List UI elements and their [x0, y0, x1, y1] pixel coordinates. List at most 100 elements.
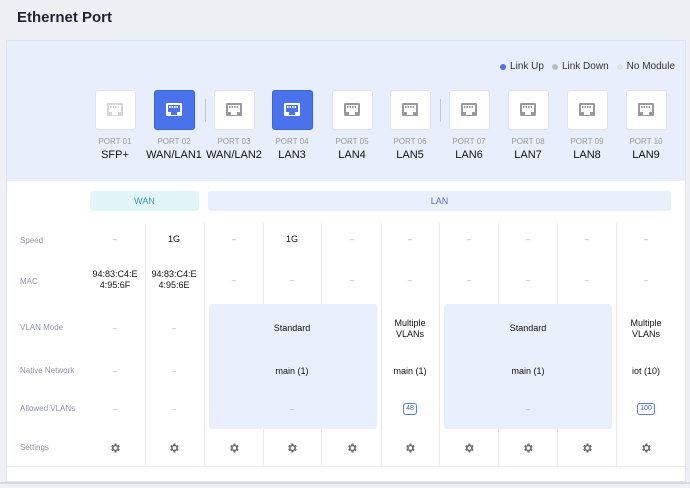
port-status-box[interactable] [94, 90, 136, 130]
mac-value: – [231, 276, 237, 285]
legend-label: Link Up [510, 61, 544, 72]
column-divider [204, 223, 205, 466]
port-status-box[interactable] [566, 90, 608, 130]
port-settings-button[interactable] [286, 441, 298, 453]
mac-value: – [643, 276, 649, 285]
speed-value: – [407, 235, 413, 244]
port-name: WAN/LAN1 [146, 149, 202, 161]
port-settings-button[interactable] [168, 441, 180, 453]
port-tile-4[interactable]: PORT 04 LAN3 [262, 90, 322, 161]
gear-icon [465, 443, 474, 453]
speed-value: – [349, 235, 355, 244]
ethernet-port-icon [638, 103, 654, 116]
row-label-allowed-vlans: Allowed VLANs [20, 404, 76, 413]
gear-icon [230, 443, 239, 453]
mac-value: – [349, 276, 355, 285]
native-network-value: main (1) [275, 366, 309, 376]
native-network-value: main (1) [393, 366, 427, 376]
port-number: PORT 01 [98, 137, 132, 146]
link-down-dot [551, 63, 558, 70]
allowed-vlans-badge[interactable]: 100 [637, 403, 655, 415]
native-network-value: main (1) [511, 366, 545, 376]
port-settings-button[interactable] [109, 441, 121, 453]
column-divider [381, 223, 382, 466]
gear-icon [583, 443, 592, 453]
ethernet-port-icon [226, 103, 242, 116]
mac-value: – [584, 276, 590, 285]
native-network-value: – [112, 367, 118, 376]
port-tile-2[interactable]: PORT 02 WAN/LAN1 [144, 90, 204, 161]
port-status-box[interactable] [213, 90, 255, 130]
port-number: PORT 06 [393, 137, 427, 146]
ethernet-port-icon [107, 103, 123, 116]
port-tile-8[interactable]: PORT 08 LAN7 [498, 90, 558, 161]
gear-icon [524, 443, 533, 453]
row-label-native-network: Native Network [20, 366, 75, 375]
speed-value: 1G [167, 234, 180, 244]
port-name: LAN7 [514, 149, 542, 161]
port-tile-9[interactable]: PORT 09 LAN8 [557, 90, 617, 161]
allowed-vlans-value: – [112, 405, 118, 414]
mac-value: – [525, 276, 531, 285]
port-settings-button[interactable] [346, 441, 358, 453]
port-status-box[interactable] [271, 90, 313, 130]
port-number: PORT 07 [452, 137, 486, 146]
port-overview-panel: Link Up Link Down No Module PORT 01 SFP+ … [7, 41, 685, 181]
legend-link-down: Link Down [551, 61, 609, 72]
allowed-vlans-badge[interactable]: 48 [403, 403, 417, 415]
vlan-mode-value: Multiple VLANs [394, 318, 426, 339]
mac-value: 94:83:C4:E 4:95:6E [151, 269, 197, 290]
port-status-legend: Link Up Link Down No Module [500, 61, 675, 72]
port-settings-button[interactable] [228, 441, 240, 453]
port-name: LAN3 [278, 149, 306, 161]
column-divider [439, 223, 440, 466]
gear-icon [288, 443, 297, 453]
port-tile-10[interactable]: PORT 10 LAN9 [616, 90, 676, 161]
port-settings-button[interactable] [640, 441, 652, 453]
speed-value: – [584, 235, 590, 244]
speed-value: – [643, 235, 649, 244]
port-settings-button[interactable] [581, 441, 593, 453]
legend-link-up: Link Up [500, 61, 544, 72]
page-title: Ethernet Port [17, 9, 113, 26]
port-number: PORT 08 [511, 137, 545, 146]
allowed-vlans-value: – [289, 405, 295, 414]
port-status-box[interactable] [389, 90, 431, 130]
table-bottom-divider [7, 466, 685, 467]
gear-icon [170, 443, 179, 453]
port-number: PORT 02 [157, 137, 191, 146]
ethernet-port-icon [461, 103, 477, 116]
gear-icon [406, 443, 415, 453]
speed-value: – [525, 235, 531, 244]
port-status-box[interactable] [153, 90, 195, 130]
port-status-box[interactable] [448, 90, 490, 130]
port-tile-3[interactable]: PORT 03 WAN/LAN2 [204, 90, 264, 161]
port-name: LAN4 [338, 149, 366, 161]
port-tile-7[interactable]: PORT 07 LAN6 [439, 90, 499, 161]
mac-value: 94:83:C4:E 4:95:6F [92, 269, 138, 290]
allowed-vlans-value: – [171, 405, 177, 414]
port-settings-button[interactable] [463, 441, 475, 453]
port-tile-1[interactable]: PORT 01 SFP+ [85, 90, 145, 161]
port-status-box[interactable] [331, 90, 373, 130]
port-name: LAN8 [573, 149, 601, 161]
allowed-vlans-cell: 100 [617, 402, 675, 415]
ethernet-port-icon [284, 103, 300, 116]
port-name: SFP+ [101, 149, 129, 161]
allowed-vlans-cell: 48 [381, 402, 439, 415]
port-status-box[interactable] [507, 90, 549, 130]
vlan-mode-value: Standard [273, 323, 311, 333]
port-name: LAN5 [396, 149, 424, 161]
lan-band: LAN [208, 191, 671, 211]
port-name: LAN9 [632, 149, 660, 161]
ethernet-port-icon [344, 103, 360, 116]
port-settings-button[interactable] [522, 441, 534, 453]
column-divider [145, 223, 146, 466]
speed-value: – [466, 235, 472, 244]
mac-value: – [407, 276, 413, 285]
port-settings-button[interactable] [404, 441, 416, 453]
port-number: PORT 10 [629, 137, 663, 146]
port-status-box[interactable] [625, 90, 667, 130]
port-tile-5[interactable]: PORT 05 LAN4 [322, 90, 382, 161]
port-tile-6[interactable]: PORT 06 LAN5 [380, 90, 440, 161]
